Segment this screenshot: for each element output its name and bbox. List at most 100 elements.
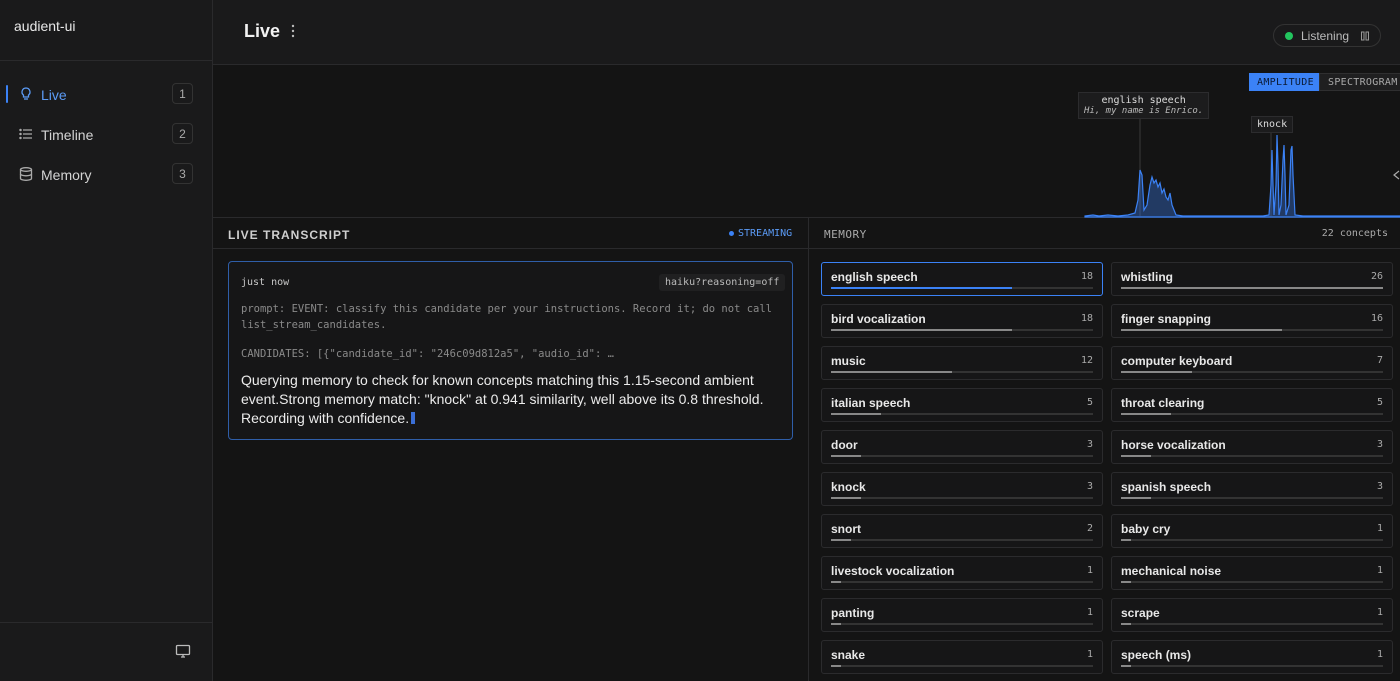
concept-count: 5	[1376, 397, 1383, 408]
entry-candidates: CANDIDATES: [{"candidate_id": "246c09d81…	[241, 348, 614, 360]
concept-name: snort	[831, 522, 861, 536]
concept-name: music	[831, 354, 866, 368]
sidebar-item-memory[interactable]: Memory 3	[0, 159, 212, 189]
memory-concept[interactable]: speech (ms) 1	[1111, 640, 1393, 674]
memory-concept[interactable]: bird vocalization 18	[821, 304, 1103, 338]
typing-caret	[411, 412, 416, 424]
concept-bar-fill	[831, 539, 852, 541]
concept-bar-track	[831, 497, 1093, 499]
memory-concept[interactable]: scrape 1	[1111, 598, 1393, 632]
concept-name: speech (ms)	[1121, 648, 1192, 662]
concept-bar-track	[1121, 623, 1383, 625]
waveform-panel[interactable]: AMPLITUDE SPECTROGRAM english speech Hi,…	[213, 65, 1400, 218]
concept-bar-track	[831, 455, 1093, 457]
sidebar-item-label: Memory	[41, 167, 92, 183]
memory-concept[interactable]: english speech 18	[821, 262, 1103, 296]
concept-bar-fill	[1121, 581, 1132, 583]
amplitude-waveform	[1084, 117, 1400, 218]
concept-bar-track	[831, 581, 1093, 583]
concept-count: 5	[1086, 397, 1093, 408]
sidebar-item-live[interactable]: Live 1	[0, 79, 212, 109]
entry-timestamp: just now	[241, 277, 290, 288]
concept-bar-track	[1121, 371, 1383, 373]
concept-bar-fill	[831, 329, 1013, 331]
concept-bar-fill	[1121, 539, 1132, 541]
concept-bar-fill	[831, 497, 862, 499]
concept-count: 22 concepts	[1321, 228, 1388, 239]
memory-concept[interactable]: panting 1	[821, 598, 1103, 632]
memory-concept[interactable]: music 12	[821, 346, 1103, 380]
concept-count: 16	[1370, 313, 1383, 324]
memory-concept[interactable]: knock 3	[821, 472, 1103, 506]
divider	[0, 60, 212, 61]
panel-title: MEMORY	[824, 228, 867, 241]
shortcut-badge: 1	[172, 83, 193, 104]
memory-concept[interactable]: horse vocalization 3	[1111, 430, 1393, 464]
active-indicator	[6, 85, 8, 103]
concept-name: panting	[831, 606, 875, 620]
streaming-label: STREAMING	[738, 228, 793, 239]
memory-concept[interactable]: snake 1	[821, 640, 1103, 674]
concept-name: throat clearing	[1121, 396, 1205, 410]
concept-count: 3	[1376, 481, 1383, 492]
memory-concept[interactable]: baby cry 1	[1111, 514, 1393, 548]
entry-prompt: prompt: EVENT: classify this candidate p…	[241, 303, 773, 331]
spectrogram-toggle[interactable]: SPECTROGRAM	[1319, 73, 1400, 91]
concept-bar-fill	[1121, 329, 1283, 331]
transcript-entry[interactable]: just now haiku?reasoning=off prompt: EVE…	[228, 261, 793, 440]
concept-name: finger snapping	[1121, 312, 1211, 326]
memory-concept[interactable]: throat clearing 5	[1111, 388, 1393, 422]
memory-concept[interactable]: finger snapping 16	[1111, 304, 1393, 338]
memory-concept[interactable]: italian speech 5	[821, 388, 1103, 422]
concept-bar-track	[831, 623, 1093, 625]
entry-response: Querying memory to check for known conce…	[241, 371, 781, 428]
model-badge: haiku?reasoning=off	[659, 274, 786, 291]
concept-count: 18	[1080, 271, 1093, 282]
concept-bar-track	[831, 287, 1093, 289]
concept-bar-fill	[831, 287, 1013, 289]
memory-concept[interactable]: livestock vocalization 1	[821, 556, 1103, 590]
listening-toggle[interactable]: Listening	[1273, 24, 1381, 47]
concept-count: 1	[1376, 565, 1383, 576]
panel-header: LIVE TRANSCRIPT STREAMING	[213, 218, 808, 249]
more-options-icon[interactable]	[287, 23, 299, 39]
concept-count: 1	[1376, 523, 1383, 534]
concept-name: mechanical noise	[1121, 564, 1222, 578]
lightbulb-icon	[21, 87, 31, 100]
annotation-label: english speech	[1101, 95, 1186, 106]
memory-concept[interactable]: mechanical noise 1	[1111, 556, 1393, 590]
concept-bar-track	[1121, 329, 1383, 331]
chevron-left-icon[interactable]	[1393, 170, 1400, 180]
concept-bar-fill	[1121, 665, 1132, 667]
concept-bar-fill	[831, 413, 882, 415]
list-icon	[19, 128, 32, 140]
amplitude-toggle[interactable]: AMPLITUDE	[1249, 73, 1322, 91]
memory-concept[interactable]: door 3	[821, 430, 1103, 464]
page-title: Live	[244, 21, 281, 41]
memory-concept[interactable]: whistling 26	[1111, 262, 1393, 296]
concept-name: bird vocalization	[831, 312, 926, 326]
concept-count: 3	[1086, 481, 1093, 492]
concept-bar-fill	[1121, 455, 1152, 457]
streaming-indicator: STREAMING	[729, 228, 792, 239]
concept-count: 3	[1376, 439, 1383, 450]
memory-concept[interactable]: spanish speech 3	[1111, 472, 1393, 506]
shortcut-badge: 2	[172, 123, 193, 144]
concept-bar-track	[831, 665, 1093, 667]
memory-concept[interactable]: computer keyboard 7	[1111, 346, 1393, 380]
concept-name: livestock vocalization	[831, 564, 955, 578]
sidebar-item-label: Live	[41, 87, 67, 103]
sidebar: audient-ui Live 1 Timeline 2 Memory 3	[0, 0, 213, 681]
concept-name: knock	[831, 480, 866, 494]
memory-concept[interactable]: snort 2	[821, 514, 1103, 548]
concept-count: 1	[1086, 649, 1093, 660]
annotation-english-speech[interactable]: english speech Hi, my name is Enrico.	[1078, 92, 1210, 119]
annotation-knock[interactable]: knock	[1251, 116, 1294, 133]
concept-bar-fill	[1121, 497, 1152, 499]
monitor-icon[interactable]	[175, 643, 191, 659]
concept-count: 1	[1086, 565, 1093, 576]
concept-name: computer keyboard	[1121, 354, 1233, 368]
concept-bar-track	[831, 539, 1093, 541]
sidebar-item-timeline[interactable]: Timeline 2	[0, 119, 212, 149]
concept-bar-fill	[831, 371, 952, 373]
